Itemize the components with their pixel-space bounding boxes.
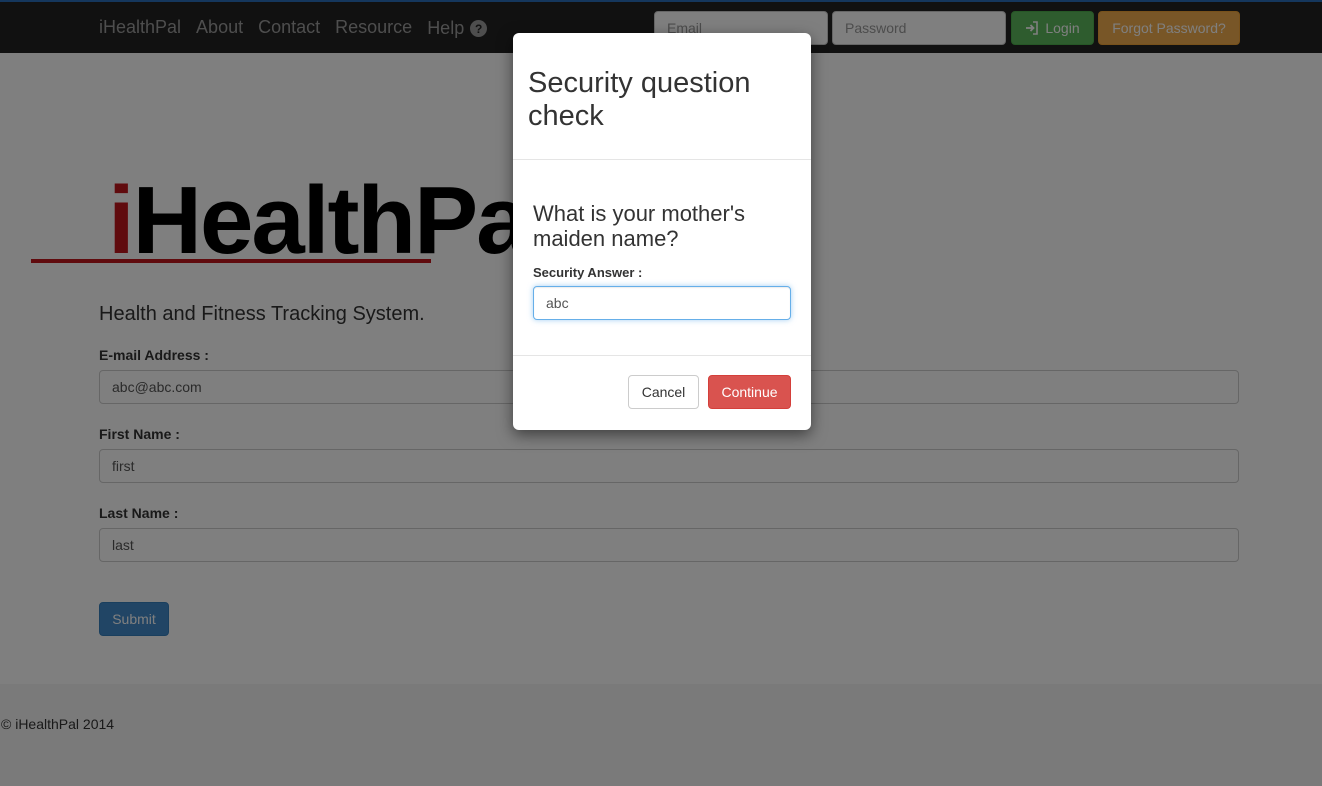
cancel-button[interactable]: Cancel bbox=[628, 375, 699, 409]
security-answer-input[interactable] bbox=[533, 286, 791, 320]
modal-body: What is your mother's maiden name? Secur… bbox=[513, 160, 811, 356]
security-question: What is your mother's maiden name? bbox=[533, 201, 746, 251]
continue-button[interactable]: Continue bbox=[708, 375, 791, 409]
security-question-modal: Security question check What is your mot… bbox=[513, 33, 811, 430]
modal-title: Security question check bbox=[528, 67, 751, 132]
modal-header: Security question check bbox=[513, 33, 811, 160]
security-answer-label: Security Answer : bbox=[533, 265, 643, 280]
modal-footer: Cancel Continue bbox=[513, 356, 811, 429]
